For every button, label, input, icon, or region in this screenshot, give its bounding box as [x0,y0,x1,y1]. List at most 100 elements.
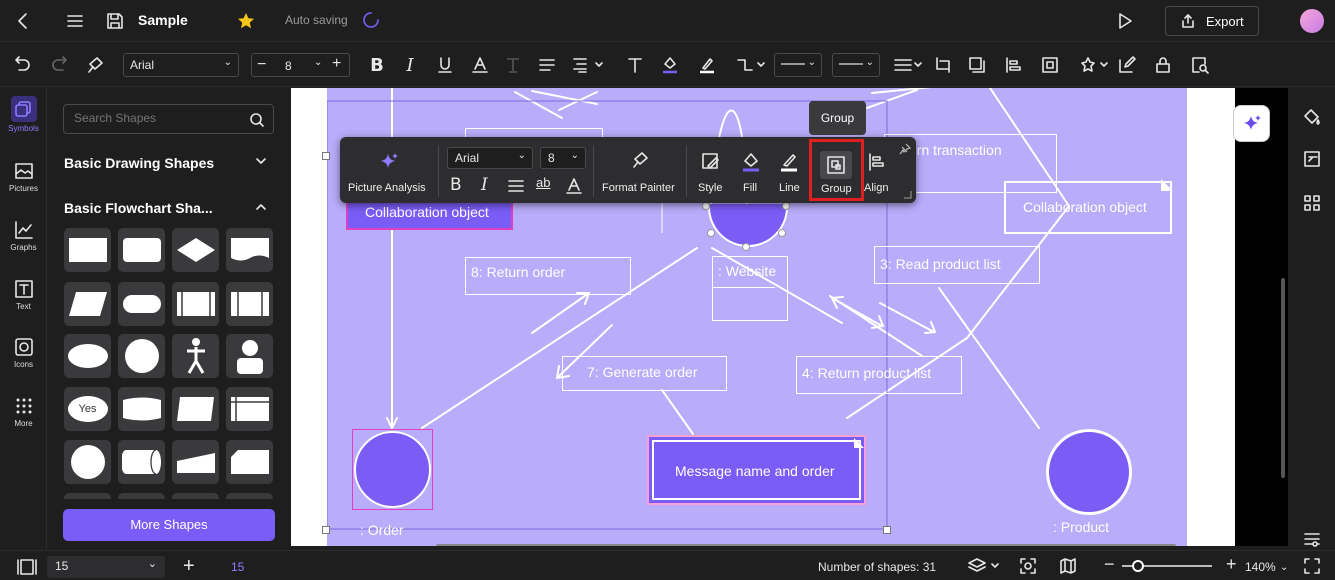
zoom-out-icon[interactable]: − [1104,554,1115,575]
vertical-scrollbar[interactable] [1281,278,1285,478]
rail-item-pictures[interactable]: Pictures [0,160,47,193]
arrow-style-select[interactable]: ⌄ [832,53,880,77]
italic-icon[interactable]: I [481,175,488,195]
text-highlight-icon[interactable]: ab [536,175,550,190]
edit-icon[interactable] [1114,52,1140,78]
search-icon[interactable] [249,112,265,128]
bold-icon[interactable]: B [450,175,462,195]
font-color-icon[interactable] [467,52,493,78]
line-style-select[interactable]: ⌄ [774,53,822,77]
document-title[interactable]: Sample [138,12,188,28]
align-button[interactable]: Align [864,182,888,194]
layout-grid-icon[interactable] [1301,192,1323,214]
order-circle[interactable] [354,431,431,508]
bold-icon[interactable]: B [364,52,390,78]
product-circle[interactable] [1046,429,1132,515]
format-painter-button[interactable]: Format Painter [602,182,675,194]
shape-decision[interactable] [172,228,219,272]
settings-sliders-icon[interactable] [1301,528,1323,550]
export-button[interactable]: Export [1165,6,1259,36]
font-family-select[interactable]: Arial ⌄ [123,53,239,77]
border-icon[interactable] [929,52,955,78]
shape-internal-storage[interactable] [226,282,273,326]
section-basic-flowchart-shapes[interactable]: Basic Flowchart Sha... [64,200,213,216]
redo-icon[interactable] [46,52,72,78]
shape-connector[interactable] [64,440,111,484]
rail-item-symbols[interactable]: Symbols [0,96,47,133]
style-button[interactable]: Style [698,182,722,194]
layers-icon[interactable] [968,557,1002,575]
shape-yes-ellipse[interactable]: Yes [64,387,111,431]
zoom-level[interactable]: 140% [1245,560,1276,574]
rail-item-graphs[interactable]: Graphs [0,219,47,252]
page-setup-icon[interactable] [1301,148,1323,170]
group-tool-icon[interactable] [1037,52,1063,78]
resize-handle[interactable] [702,202,710,210]
shape-partial[interactable] [172,493,219,499]
shape-ellipse[interactable] [64,334,111,378]
underline-icon[interactable] [432,52,458,78]
floating-font-select[interactable]: Arial ⌄ [447,147,533,169]
align-left-icon[interactable] [1000,52,1026,78]
shape-predefined-process[interactable] [172,282,219,326]
shape-delay[interactable] [172,387,219,431]
return-product-list-box[interactable]: 4: Return product list [796,356,962,394]
add-page-icon[interactable]: + [183,555,195,578]
play-icon[interactable] [1114,10,1136,32]
shadow-icon[interactable] [964,52,990,78]
avatar[interactable] [1300,9,1324,33]
page-select[interactable]: 15 ⌄ [47,556,165,578]
back-icon[interactable] [12,10,34,32]
align-text-icon[interactable] [506,176,526,196]
read-product-list-box[interactable]: 3: Read product list [874,246,1040,284]
more-shapes-button[interactable]: More Shapes [63,509,275,541]
connector-icon[interactable] [733,52,767,78]
generate-order-box[interactable]: 7: Generate order [562,356,727,391]
selection-handle[interactable] [322,526,330,534]
menu-icon[interactable] [64,10,86,32]
map-view-icon[interactable] [1059,557,1077,575]
undo-icon[interactable] [10,52,36,78]
group-button[interactable]: Group [809,139,864,201]
zoom-slider-thumb[interactable] [1132,560,1144,572]
rail-item-text[interactable]: Text [0,278,47,311]
resize-corner-icon[interactable] [902,189,912,199]
pin-icon[interactable] [899,143,911,155]
line-color-icon[interactable] [694,52,720,78]
resize-handle[interactable] [742,243,750,251]
chevron-down-icon[interactable] [254,154,268,168]
rail-item-icons[interactable]: Icons [0,336,47,369]
zoom-in-icon[interactable]: + [1226,554,1237,575]
chevron-up-icon[interactable] [254,200,268,214]
italic-icon[interactable]: I [397,52,423,78]
lock-icon[interactable] [1150,52,1176,78]
increase-size-icon[interactable]: + [332,55,341,73]
ai-assistant-button[interactable] [1233,105,1270,142]
shape-manual-input[interactable] [226,387,273,431]
page-panel-icon[interactable] [17,558,37,576]
resize-handle[interactable] [707,229,715,237]
text-tool-icon[interactable] [622,52,648,78]
align-text-icon[interactable] [534,52,560,78]
fill-panel-icon[interactable] [1301,106,1323,128]
horizontal-scrollbar[interactable] [436,544,1176,546]
fill-button[interactable]: Fill [743,182,757,194]
return-order-box[interactable]: 8: Return order [465,257,631,295]
shape-manual-operation[interactable] [172,440,219,484]
font-size-stepper[interactable]: − 8 ⌄ + [251,53,350,77]
shape-document[interactable] [226,228,273,272]
save-icon[interactable] [104,10,126,32]
search-input[interactable] [74,111,244,125]
shape-process[interactable] [64,228,111,272]
fill-color-icon[interactable] [657,52,683,78]
text-style-icon[interactable] [500,52,526,78]
line-spacing-icon[interactable] [570,52,604,78]
line-weight-icon[interactable] [892,52,924,78]
shape-data[interactable] [64,282,111,326]
shape-partial[interactable] [64,493,111,499]
shape-user[interactable] [226,334,273,378]
shape-terminator[interactable] [118,282,165,326]
shape-stored-data[interactable] [118,387,165,431]
website-box[interactable]: : Website [712,256,788,321]
shape-rounded-rectangle[interactable] [118,228,165,272]
